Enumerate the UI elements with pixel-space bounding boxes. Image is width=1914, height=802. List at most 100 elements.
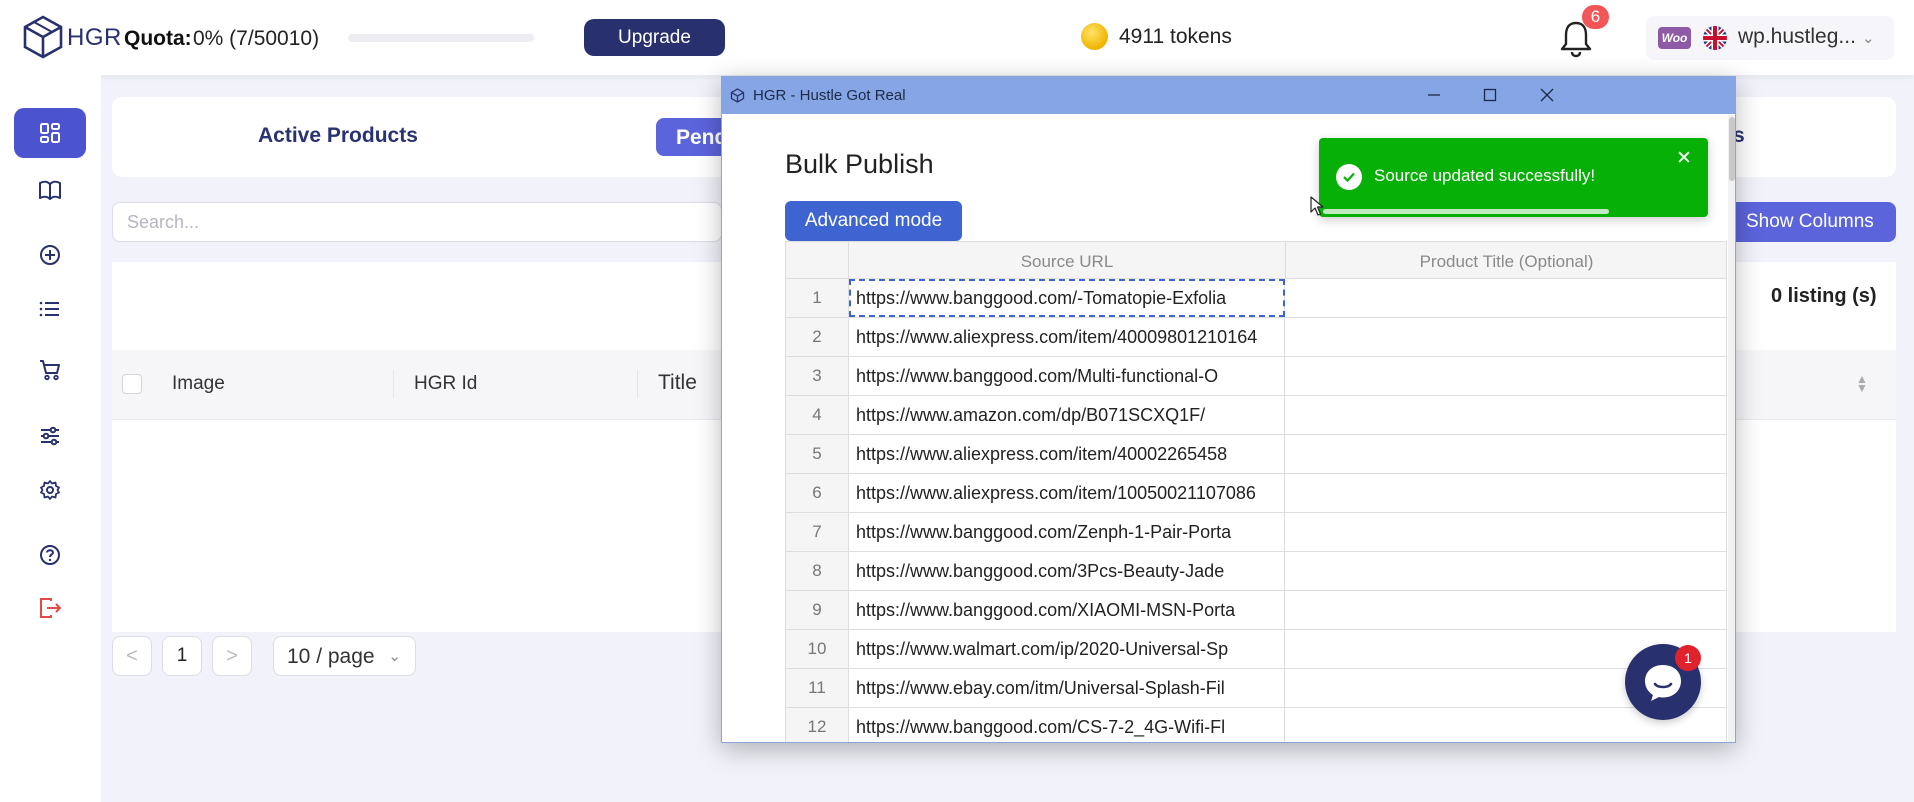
upgrade-button[interactable]: Upgrade — [584, 19, 725, 56]
column-divider — [393, 370, 394, 398]
source-url-cell[interactable]: https://www.banggood.com/Multi-functiona… — [849, 357, 1285, 395]
sort-icon[interactable]: ▲ ▼ — [1856, 373, 1868, 394]
sidebar-item-list[interactable] — [14, 284, 86, 334]
sidebar-item-help[interactable] — [14, 530, 86, 580]
check-circle-icon — [1336, 164, 1362, 190]
table-row: 7 https://www.banggood.com/Zenph-1-Pair-P… — [785, 513, 1727, 552]
window-titlebar[interactable]: HGR - Hustle Got Real — [722, 77, 1735, 114]
page-size-value: 10 / page — [287, 645, 375, 668]
row-number: 3 — [786, 357, 849, 395]
tab-active-products[interactable]: Active Products — [258, 124, 418, 148]
store-name: wp.hustleg... — [1738, 25, 1856, 48]
row-number-header — [786, 242, 849, 280]
table-row: 2 https://www.aliexpress.com/item/4000980… — [785, 318, 1727, 357]
product-title-cell[interactable] — [1285, 435, 1726, 473]
source-url-cell[interactable]: https://www.aliexpress.com/item/40009801… — [849, 318, 1285, 356]
top-bar: HGR Quota: 0% (7/50010) Upgrade 4911 tok… — [0, 0, 1914, 75]
source-url-cell[interactable]: https://www.banggood.com/XIAOMI-MSN-Port… — [849, 591, 1285, 629]
hgr-logo-icon[interactable] — [22, 15, 64, 59]
row-number: 2 — [786, 318, 849, 356]
chat-bubble-icon — [1645, 665, 1681, 701]
source-url-cell[interactable]: https://www.banggood.com/CS-7-2_4G-Wifi-… — [849, 708, 1285, 742]
close-icon — [1540, 88, 1554, 102]
scrollbar[interactable] — [1728, 115, 1735, 742]
table-row: 11 https://www.ebay.com/itm/Universal-Spl… — [785, 669, 1727, 708]
product-title-cell[interactable] — [1285, 513, 1726, 551]
sidebar-item-dashboard[interactable] — [14, 108, 86, 158]
table-row: 3 https://www.banggood.com/Multi-function… — [785, 357, 1727, 396]
minimize-button[interactable] — [1419, 83, 1449, 107]
close-window-button[interactable] — [1532, 83, 1562, 107]
sidebar-item-settings[interactable] — [14, 465, 86, 515]
source-url-cell[interactable]: https://www.ebay.com/itm/Universal-Splas… — [849, 669, 1285, 707]
source-url-cell[interactable]: https://www.aliexpress.com/item/40002265… — [849, 435, 1285, 473]
table-row: 5 https://www.aliexpress.com/item/4000226… — [785, 435, 1727, 474]
chevron-down-icon: ⌄ — [388, 648, 401, 665]
page-number-button[interactable]: 1 — [162, 636, 202, 676]
gear-icon — [40, 480, 60, 500]
quota-progress-bar — [348, 34, 534, 42]
page-size-select[interactable]: 10 / page ⌄ — [273, 636, 416, 676]
mouse-cursor-icon — [1310, 196, 1324, 216]
sidebar-item-logout[interactable] — [14, 583, 86, 633]
column-header-product-title: Product Title (Optional) — [1285, 242, 1727, 280]
source-url-cell[interactable]: https://www.banggood.com/Zenph-1-Pair-Po… — [849, 513, 1285, 551]
row-number: 9 — [786, 591, 849, 629]
sidebar-item-add[interactable] — [14, 230, 86, 280]
product-title-cell[interactable] — [1285, 591, 1726, 629]
select-all-checkbox[interactable] — [122, 374, 142, 394]
close-icon[interactable]: ✕ — [1676, 147, 1692, 170]
show-columns-button[interactable]: Show Columns — [1718, 202, 1896, 242]
quota-value: 0% (7/50010) — [193, 27, 320, 50]
book-icon — [39, 180, 61, 200]
toast-progress-bar — [1323, 209, 1609, 214]
table-row: 1 https://www.banggood.com/-Tomatopie-Exf… — [785, 279, 1727, 318]
search-input[interactable]: Search... — [112, 202, 722, 242]
quota-label: Quota: — [124, 27, 192, 50]
brand-name: HGR — [67, 24, 122, 51]
sidebar-item-filters[interactable] — [14, 411, 86, 461]
cart-icon — [40, 360, 60, 381]
app-icon — [730, 88, 745, 103]
table-row: 9 https://www.banggood.com/XIAOMI-MSN-Por… — [785, 591, 1727, 630]
uk-flag-icon — [1703, 26, 1727, 50]
table-row: 10 https://www.walmart.com/ip/2020-Univer… — [785, 630, 1727, 669]
product-title-cell[interactable] — [1285, 279, 1726, 317]
next-page-button[interactable]: > — [212, 636, 252, 676]
column-header-hgr-id: HGR Id — [414, 373, 478, 394]
product-title-cell[interactable] — [1285, 552, 1726, 590]
token-count: 4911 tokens — [1119, 25, 1232, 48]
product-title-cell[interactable] — [1285, 318, 1726, 356]
store-selector[interactable]: Woo wp.hustleg... ⌄ — [1646, 16, 1894, 60]
scrollbar-thumb[interactable] — [1729, 117, 1735, 181]
prev-page-button[interactable]: < — [112, 636, 152, 676]
sidebar-item-guide[interactable] — [14, 165, 86, 215]
column-header-source-url: Source URL — [1020, 252, 1114, 271]
source-url-cell[interactable]: https://www.aliexpress.com/item/10050021… — [849, 474, 1285, 512]
maximize-button[interactable] — [1475, 83, 1505, 107]
page-title: Bulk Publish — [785, 149, 934, 179]
product-title-cell[interactable] — [1285, 474, 1726, 512]
column-header-title[interactable]: Title — [658, 371, 697, 395]
row-number: 6 — [786, 474, 849, 512]
sidebar-item-orders[interactable] — [14, 345, 86, 395]
success-toast: Source updated successfully! ✕ — [1319, 138, 1708, 217]
source-url-cell[interactable]: https://www.banggood.com/-Tomatopie-Exfo… — [849, 279, 1285, 317]
minimize-icon — [1428, 94, 1440, 96]
toast-message: Source updated successfully! — [1374, 166, 1596, 185]
product-title-cell[interactable] — [1285, 357, 1726, 395]
advanced-mode-button[interactable]: Advanced mode — [785, 201, 962, 241]
listing-count: 0 listing (s) — [1771, 285, 1877, 307]
source-url-cell[interactable]: https://www.banggood.com/3Pcs-Beauty-Jad… — [849, 552, 1285, 590]
source-url-cell[interactable]: https://www.walmart.com/ip/2020-Universa… — [849, 630, 1285, 668]
product-title-cell[interactable] — [1285, 396, 1726, 434]
row-number: 4 — [786, 396, 849, 434]
table-row: 8 https://www.banggood.com/3Pcs-Beauty-Ja… — [785, 552, 1727, 591]
list-icon — [39, 301, 59, 317]
source-url-cell[interactable]: https://www.amazon.com/dp/B071SCXQ1F/ — [849, 396, 1285, 434]
grid-header: Source URL Product Title (Optional) — [785, 241, 1727, 280]
chevron-down-icon: ⌄ — [1862, 30, 1875, 47]
row-number: 12 — [786, 708, 849, 742]
sidebar — [0, 75, 101, 802]
notification-badge: 6 — [1582, 5, 1609, 29]
